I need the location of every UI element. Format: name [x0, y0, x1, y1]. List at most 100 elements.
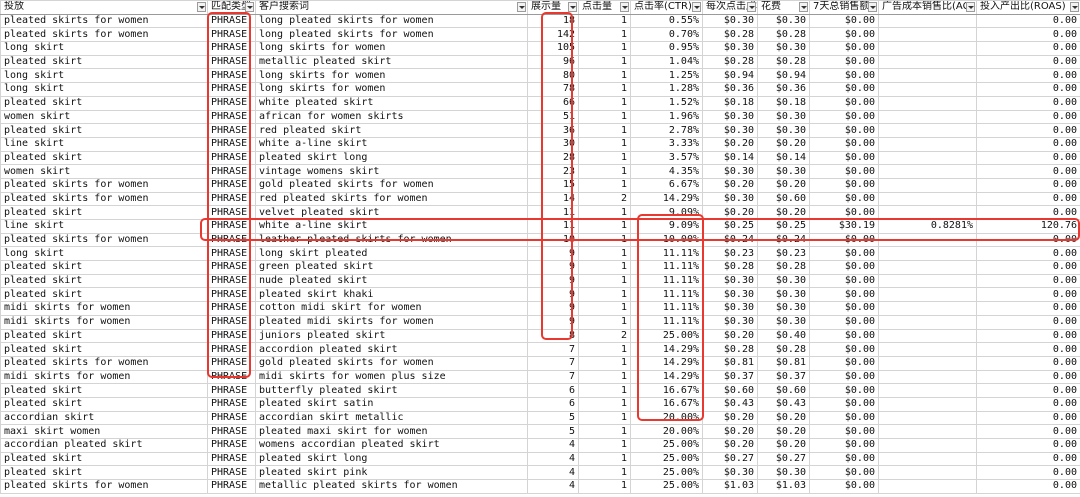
placement-cell[interactable]: maxi skirt women	[0, 424, 208, 439]
roas-cell[interactable]: 0.00	[976, 82, 1080, 97]
search-term-cell[interactable]: pleated skirt long	[255, 451, 528, 467]
ctr-cell[interactable]: 10.00%	[630, 232, 703, 248]
placement-cell[interactable]: midi skirts for women	[0, 314, 208, 330]
ctr-cell[interactable]: 11.11%	[630, 301, 703, 316]
cpc-cell[interactable]: $0.20	[702, 205, 758, 220]
search-term-cell[interactable]: midi skirts for women plus size	[255, 369, 528, 385]
impressions-cell[interactable]: 66	[527, 95, 579, 111]
roas-cell[interactable]: 0.00	[976, 451, 1080, 467]
spend-cell[interactable]: $0.30	[757, 109, 810, 125]
cpc-cell[interactable]: $0.14	[702, 150, 758, 166]
spend-cell[interactable]: $0.30	[757, 164, 810, 179]
search-term-cell[interactable]: metallic pleated skirts for women	[255, 479, 528, 494]
sales-cell[interactable]: $0.00	[809, 150, 879, 166]
clicks-cell[interactable]: 1	[578, 164, 631, 179]
clicks-cell[interactable]: 1	[578, 465, 631, 481]
ctr-cell[interactable]: 11.11%	[630, 273, 703, 289]
search-term-cell[interactable]: pleated skirt pink	[255, 465, 528, 481]
search-term-cell[interactable]: long pleated skirts for women	[255, 13, 528, 29]
acos-cell[interactable]	[878, 13, 977, 29]
placement-cell[interactable]: pleated skirt	[0, 205, 208, 220]
acos-cell[interactable]	[878, 328, 977, 344]
search-term-cell[interactable]: velvet pleated skirt	[255, 205, 528, 220]
roas-cell[interactable]: 0.00	[976, 383, 1080, 398]
match-type-cell[interactable]: PHRASE	[207, 287, 256, 303]
search-term-cell[interactable]: african for women skirts	[255, 109, 528, 125]
impressions-cell[interactable]: 10	[527, 232, 579, 248]
column-header-placement[interactable]: 投放	[0, 0, 208, 15]
search-term-cell[interactable]: green pleated skirt	[255, 260, 528, 275]
impressions-cell[interactable]: 4	[527, 451, 579, 467]
placement-cell[interactable]: line skirt	[0, 219, 208, 234]
clicks-cell[interactable]: 2	[578, 191, 631, 207]
sales-cell[interactable]: $0.00	[809, 177, 879, 193]
ctr-cell[interactable]: 14.29%	[630, 369, 703, 385]
search-term-cell[interactable]: long skirt pleated	[255, 246, 528, 262]
placement-cell[interactable]: pleated skirts for women	[0, 232, 208, 248]
column-header-clicks[interactable]: 点击量	[578, 0, 631, 15]
acos-cell[interactable]	[878, 68, 977, 84]
impressions-cell[interactable]: 9	[527, 273, 579, 289]
column-header-roas[interactable]: 投入产出比(ROAS)	[976, 0, 1080, 15]
impressions-cell[interactable]: 105	[527, 41, 579, 56]
cpc-cell[interactable]: $0.20	[702, 136, 758, 152]
roas-cell[interactable]: 0.00	[976, 301, 1080, 316]
sales-cell[interactable]: $0.00	[809, 287, 879, 303]
filter-dropdown-icon[interactable]	[517, 2, 526, 12]
match-type-cell[interactable]: PHRASE	[207, 68, 256, 84]
cpc-cell[interactable]: $0.20	[702, 424, 758, 439]
roas-cell[interactable]: 0.00	[976, 41, 1080, 56]
search-term-cell[interactable]: white pleated skirt	[255, 95, 528, 111]
match-type-cell[interactable]: PHRASE	[207, 205, 256, 220]
search-term-cell[interactable]: long skirts for women	[255, 68, 528, 84]
spend-cell[interactable]: $0.28	[757, 27, 810, 43]
sales-cell[interactable]: $0.00	[809, 465, 879, 481]
search-term-cell[interactable]: long skirts for women	[255, 82, 528, 97]
placement-cell[interactable]: midi skirts for women	[0, 369, 208, 385]
acos-cell[interactable]	[878, 465, 977, 481]
match-type-cell[interactable]: PHRASE	[207, 13, 256, 29]
search-term-cell[interactable]: womens accordian pleated skirt	[255, 438, 528, 453]
sales-cell[interactable]: $0.00	[809, 136, 879, 152]
sales-cell[interactable]: $0.00	[809, 410, 879, 426]
impressions-cell[interactable]: 142	[527, 27, 579, 43]
cpc-cell[interactable]: $0.20	[702, 410, 758, 426]
sales-cell[interactable]: $30.19	[809, 219, 879, 234]
sales-cell[interactable]: $0.00	[809, 383, 879, 398]
ctr-cell[interactable]: 1.28%	[630, 82, 703, 97]
match-type-cell[interactable]: PHRASE	[207, 479, 256, 494]
roas-cell[interactable]: 0.00	[976, 136, 1080, 152]
column-header-spend[interactable]: 花费	[757, 0, 810, 15]
placement-cell[interactable]: long skirt	[0, 82, 208, 97]
clicks-cell[interactable]: 1	[578, 383, 631, 398]
filter-dropdown-icon[interactable]	[197, 2, 206, 12]
ctr-cell[interactable]: 9.09%	[630, 219, 703, 234]
ctr-cell[interactable]: 0.55%	[630, 13, 703, 29]
cpc-cell[interactable]: $0.81	[702, 355, 758, 371]
impressions-cell[interactable]: 78	[527, 82, 579, 97]
placement-cell[interactable]: pleated skirt	[0, 465, 208, 481]
cpc-cell[interactable]: $0.30	[702, 465, 758, 481]
clicks-cell[interactable]: 1	[578, 219, 631, 234]
placement-cell[interactable]: pleated skirt	[0, 123, 208, 138]
spend-cell[interactable]: $0.36	[757, 82, 810, 97]
roas-cell[interactable]: 0.00	[976, 287, 1080, 303]
cpc-cell[interactable]: $0.28	[702, 54, 758, 70]
search-term-cell[interactable]: pleated maxi skirt for women	[255, 424, 528, 439]
search-term-cell[interactable]: pleated skirt satin	[255, 396, 528, 412]
search-term-cell[interactable]: leather pleated skirts for women	[255, 232, 528, 248]
impressions-cell[interactable]: 80	[527, 68, 579, 84]
placement-cell[interactable]: pleated skirt	[0, 383, 208, 398]
cpc-cell[interactable]: $0.30	[702, 123, 758, 138]
clicks-cell[interactable]: 1	[578, 287, 631, 303]
ctr-cell[interactable]: 1.52%	[630, 95, 703, 111]
clicks-cell[interactable]: 1	[578, 342, 631, 357]
roas-cell[interactable]: 0.00	[976, 164, 1080, 179]
cpc-cell[interactable]: $0.25	[702, 219, 758, 234]
match-type-cell[interactable]: PHRASE	[207, 369, 256, 385]
clicks-cell[interactable]: 1	[578, 424, 631, 439]
filter-dropdown-icon[interactable]	[1070, 2, 1079, 12]
impressions-cell[interactable]: 4	[527, 479, 579, 494]
sales-cell[interactable]: $0.00	[809, 232, 879, 248]
impressions-cell[interactable]: 7	[527, 369, 579, 385]
